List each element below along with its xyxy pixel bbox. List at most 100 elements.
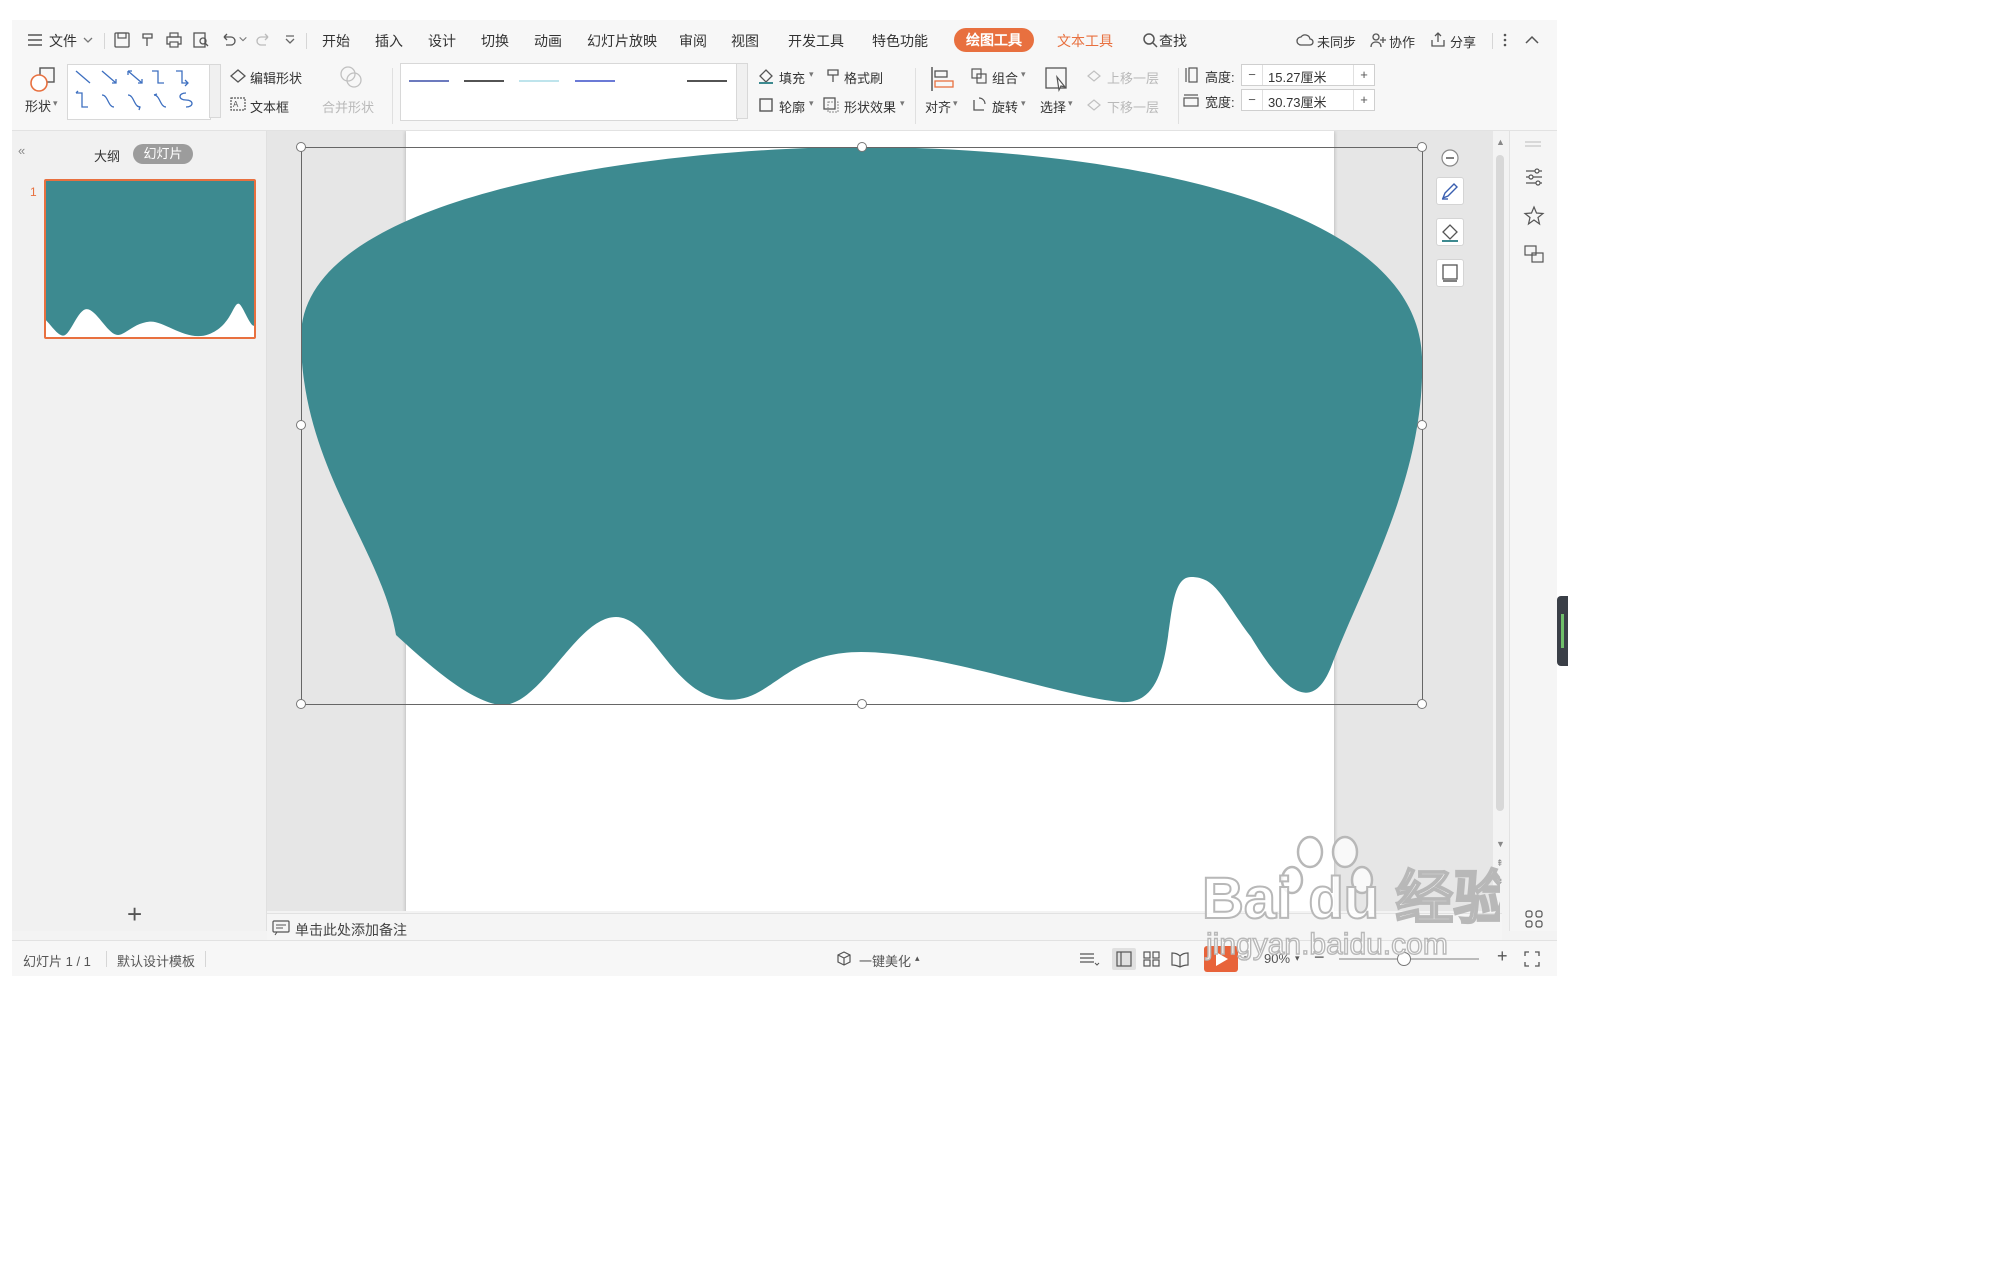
one-click-beautify-button[interactable]: 一键美化 bbox=[859, 951, 911, 970]
tab-view[interactable]: 视图 bbox=[731, 31, 759, 51]
collaborate-icon[interactable] bbox=[1369, 31, 1387, 49]
selected-wave-shape[interactable] bbox=[301, 147, 1423, 705]
more-options-icon[interactable] bbox=[1496, 31, 1514, 49]
shape-effect-icon[interactable] bbox=[822, 96, 840, 114]
customize-toolbar-icon[interactable] bbox=[284, 34, 296, 46]
resize-handle-top[interactable] bbox=[857, 142, 867, 152]
textbox-icon[interactable]: A bbox=[229, 96, 247, 112]
align-icon[interactable] bbox=[929, 65, 955, 93]
share-icon[interactable] bbox=[1429, 31, 1447, 49]
chevron-down-icon[interactable] bbox=[82, 34, 94, 46]
rotate-dropdown-arrow[interactable]: ▾ bbox=[1021, 98, 1026, 109]
width-input[interactable]: 30.73厘米 bbox=[1268, 92, 1327, 111]
tab-transitions[interactable]: 切换 bbox=[481, 31, 509, 51]
width-decrement-button[interactable]: − bbox=[1242, 90, 1263, 110]
tab-developer[interactable]: 开发工具 bbox=[788, 31, 844, 51]
print-icon[interactable] bbox=[165, 31, 183, 49]
fill-dropdown-arrow[interactable]: ▾ bbox=[809, 69, 814, 80]
template-name[interactable]: 默认设计模板 bbox=[117, 951, 195, 970]
transition-icon[interactable] bbox=[1523, 243, 1545, 265]
tab-special-features[interactable]: 特色功能 bbox=[872, 31, 928, 51]
float-outline-button[interactable] bbox=[1436, 259, 1464, 287]
resize-handle-top-left[interactable] bbox=[296, 142, 306, 152]
slide-thumbnail[interactable] bbox=[44, 179, 256, 339]
resize-handle-bottom[interactable] bbox=[857, 699, 867, 709]
collaborate-button[interactable]: 协作 bbox=[1389, 32, 1415, 51]
line-style-swatches[interactable] bbox=[401, 64, 737, 120]
cloud-sync-icon[interactable] bbox=[1296, 31, 1314, 49]
undo-icon[interactable] bbox=[219, 31, 237, 49]
edit-shape-button[interactable]: 编辑形状 bbox=[250, 68, 302, 87]
animation-star-icon[interactable] bbox=[1523, 205, 1545, 227]
width-increment-button[interactable]: + bbox=[1353, 90, 1374, 110]
group-button[interactable]: 组合 bbox=[992, 68, 1018, 87]
resize-handle-bottom-left[interactable] bbox=[296, 699, 306, 709]
rotate-button[interactable]: 旋转 bbox=[992, 97, 1018, 116]
format-painter-button[interactable]: 格式刷 bbox=[844, 68, 883, 87]
beautify-cube-icon[interactable] bbox=[835, 950, 853, 968]
tab-drawing-tools[interactable]: 绘图工具 bbox=[954, 28, 1034, 52]
width-stepper[interactable]: − 30.73厘米 + bbox=[1241, 89, 1375, 111]
outline-button[interactable]: 轮廓 bbox=[779, 97, 805, 116]
collapse-panel-icon[interactable]: « bbox=[18, 143, 25, 158]
share-button[interactable]: 分享 bbox=[1450, 32, 1476, 51]
notes-placeholder[interactable]: 单击此处添加备注 bbox=[295, 920, 407, 940]
fill-button[interactable]: 填充 bbox=[779, 68, 805, 87]
align-button[interactable]: 对齐 bbox=[925, 97, 951, 116]
format-brush-icon[interactable] bbox=[824, 67, 842, 85]
group-dropdown-arrow[interactable]: ▾ bbox=[1021, 69, 1026, 80]
rotate-icon[interactable] bbox=[970, 96, 988, 114]
redo-icon[interactable] bbox=[255, 31, 273, 49]
resize-handle-top-right[interactable] bbox=[1417, 142, 1427, 152]
select-dropdown-arrow[interactable]: ▾ bbox=[1068, 98, 1073, 109]
slide-editing-canvas[interactable] bbox=[267, 131, 1502, 911]
scrollbar-thumb[interactable] bbox=[1496, 155, 1504, 811]
tab-text-tools[interactable]: 文本工具 bbox=[1057, 31, 1113, 51]
select-button[interactable]: 选择 bbox=[1040, 97, 1066, 116]
save-icon[interactable] bbox=[113, 31, 131, 49]
textbox-button[interactable]: 文本框 bbox=[250, 97, 289, 116]
tab-slideshow[interactable]: 幻灯片放映 bbox=[587, 31, 657, 51]
reading-view-icon[interactable] bbox=[1170, 950, 1190, 968]
beautify-arrow[interactable]: ▴ bbox=[915, 953, 920, 964]
print-preview-icon[interactable] bbox=[192, 31, 210, 49]
tab-animations[interactable]: 动画 bbox=[534, 31, 562, 51]
resize-handle-bottom-right[interactable] bbox=[1417, 699, 1427, 709]
height-stepper[interactable]: − 15.27厘米 + bbox=[1241, 64, 1375, 86]
fit-to-window-icon[interactable] bbox=[1524, 951, 1540, 967]
undo-dropdown-icon[interactable] bbox=[238, 34, 248, 44]
float-style-button[interactable] bbox=[1436, 177, 1464, 205]
group-icon[interactable] bbox=[970, 67, 988, 85]
shape-dropdown-arrow[interactable]: ▾ bbox=[53, 98, 58, 109]
outline-icon[interactable] bbox=[757, 96, 775, 114]
line-style-gallery[interactable] bbox=[400, 63, 738, 121]
grid-apps-icon[interactable] bbox=[1523, 908, 1545, 930]
add-slide-button[interactable]: + bbox=[127, 899, 142, 930]
notes-toggle-icon[interactable] bbox=[1078, 950, 1100, 968]
properties-sliders-icon[interactable] bbox=[1523, 166, 1545, 188]
resize-handle-left[interactable] bbox=[296, 420, 306, 430]
height-input[interactable]: 15.27厘米 bbox=[1268, 67, 1327, 86]
slide-sorter-icon[interactable] bbox=[1142, 950, 1162, 968]
outline-dropdown-arrow[interactable]: ▾ bbox=[809, 98, 814, 109]
tab-home[interactable]: 开始 bbox=[322, 31, 350, 51]
search-button[interactable]: 查找 bbox=[1159, 31, 1187, 51]
tab-design[interactable]: 设计 bbox=[428, 31, 456, 51]
tab-review[interactable]: 审阅 bbox=[679, 31, 707, 51]
line-shapes-gallery[interactable] bbox=[67, 64, 211, 120]
select-icon[interactable] bbox=[1043, 65, 1071, 93]
tab-insert[interactable]: 插入 bbox=[375, 31, 403, 51]
collapse-float-toolbar-icon[interactable] bbox=[1440, 148, 1460, 168]
normal-view-button[interactable] bbox=[1112, 948, 1136, 970]
file-menu[interactable]: 文件 bbox=[49, 31, 77, 51]
gallery-scroll[interactable] bbox=[209, 64, 221, 118]
shape-effect-button[interactable]: 形状效果 bbox=[844, 97, 896, 116]
height-increment-button[interactable]: + bbox=[1353, 65, 1374, 85]
search-icon[interactable] bbox=[1141, 31, 1159, 49]
resize-handle-right[interactable] bbox=[1417, 420, 1427, 430]
hamburger-menu-icon[interactable] bbox=[26, 31, 44, 49]
shape-icon[interactable] bbox=[28, 66, 58, 94]
line-style-gallery-scroll[interactable] bbox=[736, 63, 748, 119]
edit-shape-icon[interactable] bbox=[229, 68, 247, 84]
side-edge-tab[interactable] bbox=[1557, 596, 1568, 666]
